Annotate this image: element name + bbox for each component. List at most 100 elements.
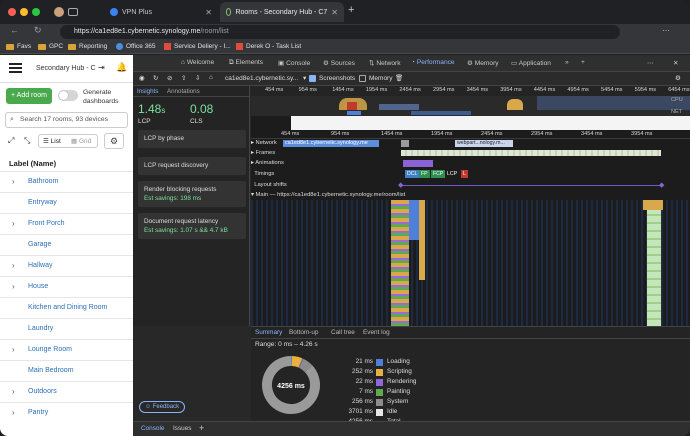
add-room-button[interactable]: + Add room: [6, 88, 52, 104]
upload-icon[interactable]: ⇧: [181, 74, 186, 82]
room-label[interactable]: Garage: [28, 241, 51, 248]
chevron-right-icon[interactable]: ›: [12, 214, 15, 234]
chevron-right-icon[interactable]: ›: [12, 277, 15, 297]
room-label[interactable]: Main Bedroom: [28, 367, 74, 374]
collapse-all-icon[interactable]: ⤡: [24, 136, 30, 146]
minimize-window-button[interactable]: [20, 8, 28, 16]
dcl-marker[interactable]: DCL: [405, 170, 420, 178]
room-label[interactable]: Pantry: [28, 409, 48, 416]
animation-bar[interactable]: [403, 160, 433, 167]
hamburger-icon[interactable]: [9, 63, 22, 73]
clear-icon[interactable]: ⊘: [167, 74, 172, 82]
main-thread-flamechart[interactable]: [251, 200, 690, 326]
bookmark-favs[interactable]: Favs: [6, 43, 31, 50]
room-list-item[interactable]: Main Bedroom: [0, 360, 133, 381]
room-list-item[interactable]: › Front Porch: [0, 213, 133, 234]
bell-icon[interactable]: 🔔: [116, 62, 127, 73]
close-tab-icon[interactable]: ✕: [331, 8, 338, 17]
tab-rooms[interactable]: Rooms - Secondary Hub - C7 ✕: [220, 2, 344, 22]
menu-icon[interactable]: ⋯: [662, 26, 670, 35]
room-label[interactable]: Bathroom: [28, 178, 58, 185]
close-window-button[interactable]: [8, 8, 16, 16]
insight-card-render-blocking[interactable]: Render blocking requests Est savings: 198…: [138, 181, 246, 207]
reload-record-icon[interactable]: ↻: [153, 74, 158, 82]
tab-elements[interactable]: ⧉ Elements: [229, 59, 263, 67]
bookmark-derek[interactable]: Derek O - Task List: [236, 43, 301, 50]
tab-application[interactable]: ▭ Application: [511, 59, 551, 67]
feedback-button[interactable]: ☺ Feedback: [139, 401, 185, 413]
tab-performance[interactable]: ◔ Performance: [411, 59, 455, 66]
perf-settings-icon[interactable]: ⚙: [675, 74, 681, 82]
event-log-tab[interactable]: Event log: [363, 329, 390, 336]
new-tab-button[interactable]: +: [348, 4, 354, 16]
memory-checkbox[interactable]: [359, 75, 366, 82]
generate-dashboards-toggle[interactable]: [58, 90, 78, 101]
frames-track-label[interactable]: ▸ Frames: [251, 150, 275, 156]
trash-icon[interactable]: 🗑: [395, 74, 403, 82]
layout-shifts-track-label[interactable]: Layout shifts: [251, 182, 287, 188]
room-label[interactable]: Kitchen and Dining Room: [28, 304, 107, 311]
reload-icon[interactable]: ↻: [34, 25, 42, 36]
room-list-item[interactable]: › Outdoors: [0, 381, 133, 402]
view-grid-button[interactable]: ▦ Grid: [71, 137, 91, 145]
tab-vpn-plus[interactable]: VPN Plus ✕: [104, 2, 218, 22]
chevron-right-icon[interactable]: ›: [12, 403, 15, 423]
bookmark-reporting[interactable]: Reporting: [68, 43, 107, 50]
drawer-add-icon[interactable]: +: [199, 423, 204, 433]
insights-tab[interactable]: Insights: [137, 88, 158, 95]
layout-shift-marker[interactable]: ◆: [659, 181, 664, 189]
main-thread-track-label[interactable]: ▾ Main — https://ca1ed8e1.cybernetic.syn…: [251, 192, 405, 198]
network-request-bar[interactable]: webpart...nology.m...: [455, 140, 513, 147]
insight-card-lcp-phase[interactable]: LCP by phase: [138, 130, 246, 148]
room-list-item[interactable]: › Bathroom: [0, 171, 133, 192]
room-list-item[interactable]: › House: [0, 276, 133, 297]
bookmark-gpc[interactable]: GPC: [38, 43, 63, 50]
address-bar[interactable]: https://ca1ed8e1.cybernetic.synology.me/…: [60, 25, 620, 39]
maximize-window-button[interactable]: [32, 8, 40, 16]
recording-dropdown-icon[interactable]: ▾: [303, 74, 306, 82]
timings-track-label[interactable]: Timings: [251, 171, 274, 177]
drawer-issues-tab[interactable]: Issues: [173, 425, 191, 432]
chevron-right-icon[interactable]: ›: [12, 340, 15, 360]
room-list-item[interactable]: Kitchen and Dining Room: [0, 297, 133, 318]
fcp-marker[interactable]: FCP: [431, 170, 446, 178]
room-label[interactable]: Outdoors: [28, 388, 57, 395]
back-icon[interactable]: ←: [10, 25, 19, 35]
add-tab-icon[interactable]: +: [581, 59, 585, 66]
room-label[interactable]: Hallway: [28, 262, 53, 269]
network-track-label[interactable]: ▸ Network: [251, 140, 277, 146]
tab-network[interactable]: ⇅ Network: [369, 59, 401, 67]
room-label[interactable]: Entryway: [28, 199, 57, 206]
room-search-input[interactable]: ⌕ Search 17 rooms, 93 devices: [5, 112, 128, 128]
close-devtools-icon[interactable]: ✕: [673, 59, 679, 67]
download-icon[interactable]: ⇩: [195, 74, 200, 82]
call-tree-tab[interactable]: Call tree: [331, 329, 355, 336]
close-tab-icon[interactable]: ✕: [205, 8, 212, 17]
performance-timeline[interactable]: 454 ms 954 ms 1454 ms 1954 ms 2454 ms 2954 ms…: [251, 86, 690, 326]
tab-console[interactable]: ▣ Console: [278, 59, 310, 67]
insight-card-document-latency[interactable]: Document request latency Est savings: 1.0…: [138, 213, 246, 239]
chevron-right-icon[interactable]: ›: [12, 382, 15, 402]
tab-welcome[interactable]: ⌂ Welcome: [181, 59, 214, 66]
layout-shift-marker[interactable]: ◆: [398, 181, 403, 189]
animations-track-label[interactable]: ▸ Animations: [251, 160, 284, 166]
summary-tab[interactable]: Summary: [255, 329, 282, 336]
expand-all-icon[interactable]: ⤢: [8, 136, 14, 146]
bookmark-service[interactable]: Service Deliery - I...: [164, 43, 231, 50]
bottom-up-tab[interactable]: Bottom-up: [289, 329, 318, 336]
bookmark-office[interactable]: Office 365: [116, 43, 156, 50]
room-label[interactable]: Front Porch: [28, 220, 65, 227]
room-list-item[interactable]: Entryway: [0, 192, 133, 213]
drawer-console-tab[interactable]: Console: [141, 425, 164, 432]
devtools-more-icon[interactable]: ⋯: [647, 59, 654, 67]
annotations-tab[interactable]: Annotations: [167, 88, 200, 95]
settings-gear-icon[interactable]: ⚙: [104, 133, 124, 149]
room-list-item[interactable]: Garage: [0, 234, 133, 255]
room-list-item[interactable]: › Hallway: [0, 255, 133, 276]
profile-tab[interactable]: [48, 2, 100, 22]
lcp-marker[interactable]: LCP: [447, 170, 457, 178]
logout-icon[interactable]: ⇥: [98, 63, 105, 72]
chevron-right-icon[interactable]: ›: [12, 172, 15, 192]
room-list-item[interactable]: › Lounge Room: [0, 339, 133, 360]
tab-sources[interactable]: ⚙ Sources: [323, 59, 355, 67]
